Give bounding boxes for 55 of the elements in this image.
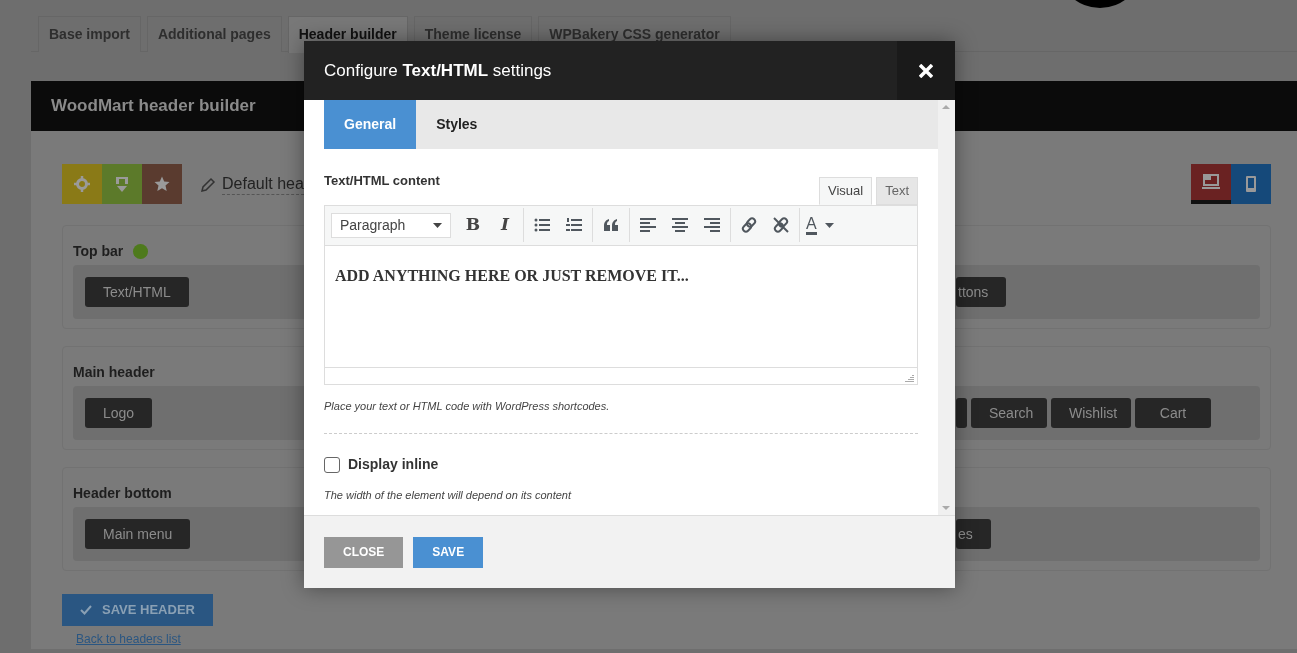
pencil-icon [200, 176, 216, 193]
element-button[interactable]: Search [971, 398, 1047, 428]
hint-text: Place your text or HTML code with WordPress shortcodes. [324, 398, 611, 414]
admin-tab[interactable]: Additional pages [146, 16, 282, 52]
quote-icon[interactable] [603, 217, 619, 233]
tool-button[interactable] [142, 164, 182, 204]
close-button[interactable] [897, 41, 955, 100]
row-title: Top bar [73, 242, 124, 261]
align-right-icon[interactable] [704, 217, 720, 233]
device-button[interactable] [1231, 164, 1271, 204]
italic-button[interactable]: I [489, 212, 521, 238]
field-label: Text/HTML content [324, 172, 440, 190]
download-icon [114, 176, 130, 192]
element-button[interactable]: Logo [85, 398, 153, 428]
mobile-icon [1246, 176, 1256, 192]
check-icon [80, 605, 92, 615]
admin-tab[interactable]: Base import [38, 16, 141, 52]
editor-tab[interactable]: Visual [818, 176, 873, 205]
element-button[interactable]: Wishlist [1051, 398, 1131, 428]
align-center-icon[interactable] [672, 217, 688, 233]
text-color-button[interactable]: A [802, 210, 838, 240]
modal-title: Configure Text/HTML settings [324, 59, 552, 82]
unlink-icon[interactable] [773, 217, 789, 233]
close-icon [919, 63, 933, 78]
save-button[interactable]: SAVE [413, 536, 484, 568]
save-header-button[interactable]: SAVE HEADER [62, 594, 213, 626]
header-name[interactable]: Default hea [222, 173, 304, 195]
resize-handle-icon[interactable] [905, 372, 914, 382]
bold-button[interactable]: B [457, 212, 489, 238]
close-button[interactable]: CLOSE [324, 536, 404, 568]
format-select[interactable]: Paragraph [331, 212, 451, 238]
device-button[interactable] [1191, 164, 1231, 204]
gear-icon [74, 176, 90, 192]
align-left-icon[interactable] [640, 217, 656, 233]
hint-text: The width of the element will depend on its content [324, 488, 573, 503]
laptop-icon [1202, 174, 1220, 190]
editor-area[interactable]: ADD ANYTHING HERE OR JUST REMOVE IT... [325, 245, 917, 367]
link-icon[interactable] [741, 217, 757, 233]
numbered-list-icon[interactable] [566, 217, 582, 233]
row-title: Main header [73, 363, 155, 382]
element-button[interactable]: es [956, 519, 991, 549]
checkbox[interactable] [324, 456, 340, 473]
caret-icon [824, 222, 834, 228]
element-button[interactable]: Main menu [85, 519, 191, 549]
row-title: Header bottom [73, 484, 172, 503]
caret-icon [433, 222, 442, 228]
bullet-list-icon[interactable] [534, 217, 550, 233]
star-icon [154, 176, 170, 192]
editor-content: ADD ANYTHING HERE OR JUST REMOVE IT... [335, 265, 690, 286]
editor-tab[interactable]: Text [876, 176, 918, 205]
element-button[interactable]: Cart [1135, 398, 1211, 428]
settings-tab[interactable]: General [324, 100, 417, 149]
checkbox-label[interactable]: Display inline [348, 454, 439, 475]
element-button[interactable]: ttons [956, 277, 1007, 307]
element-button[interactable]: Text/HTML [85, 277, 189, 307]
